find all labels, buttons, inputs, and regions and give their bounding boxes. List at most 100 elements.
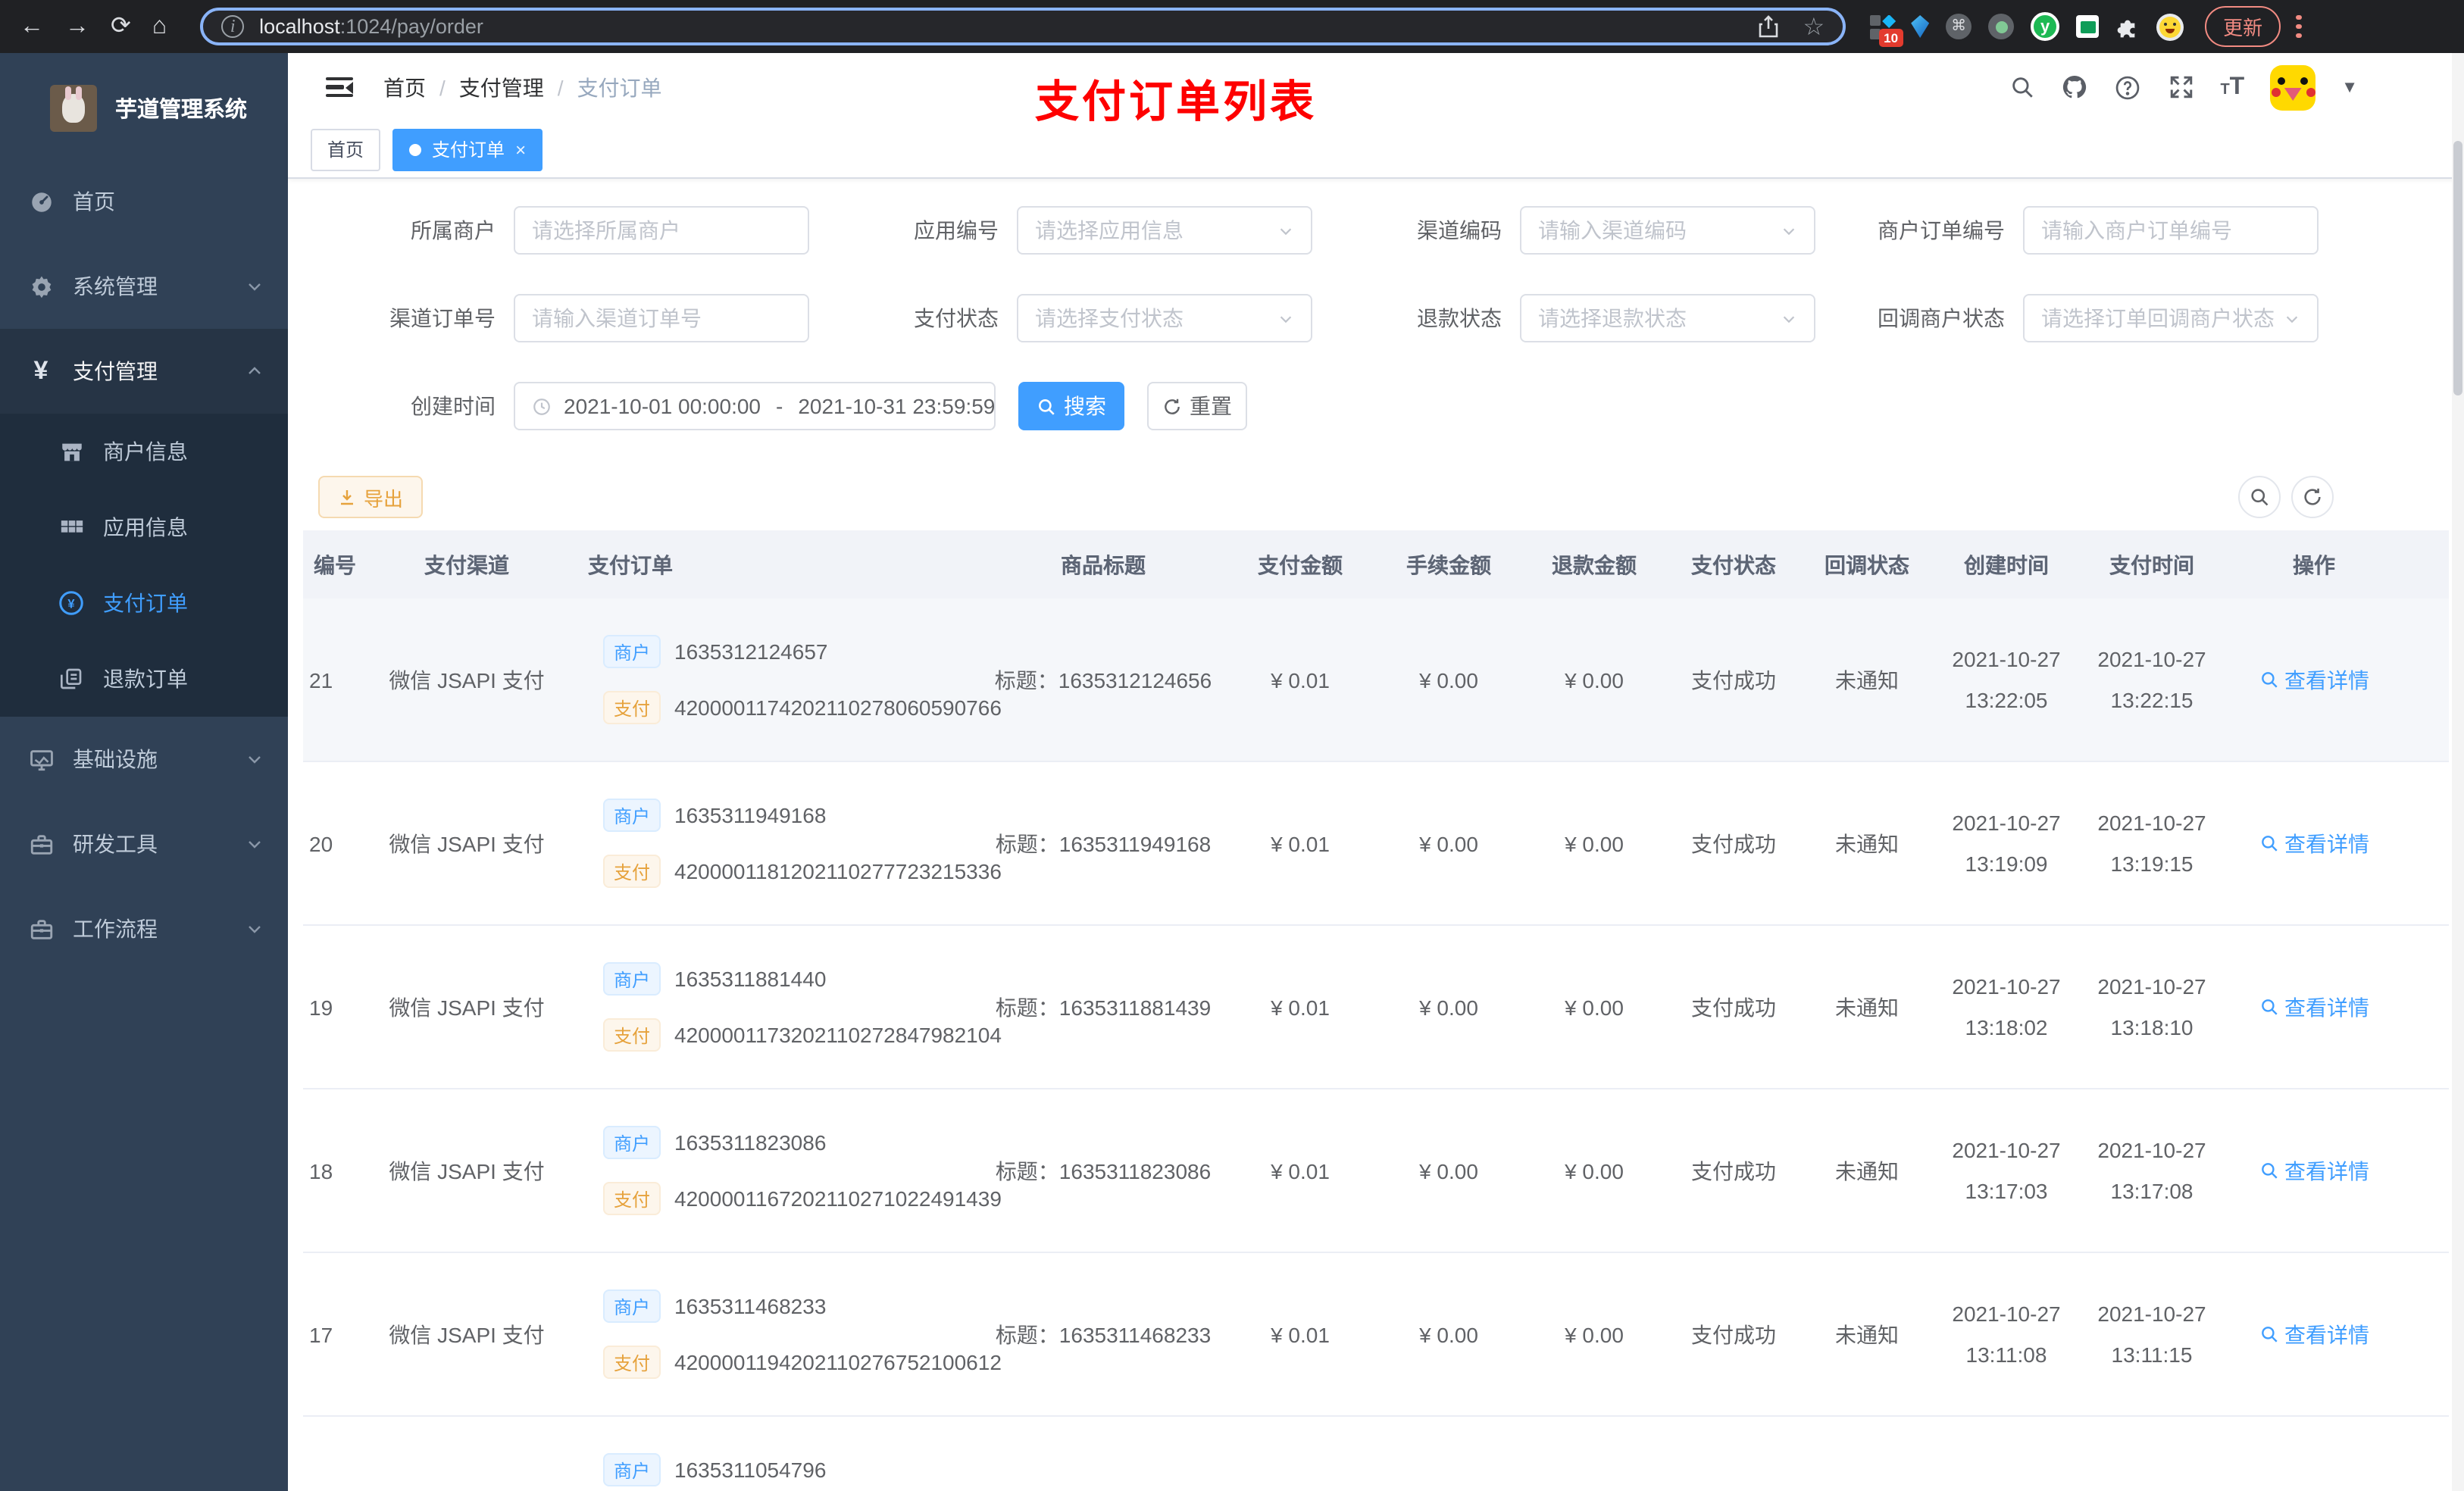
page-scrollbar[interactable] (2452, 53, 2464, 1491)
view-detail-link[interactable]: 查看详情 (2259, 1155, 2369, 1186)
user-avatar[interactable] (2270, 64, 2316, 110)
user-menu-caret-icon[interactable]: ▼ (2341, 78, 2358, 96)
create-time: 2021-10-27 13:22:05 (1952, 646, 2061, 711)
range-end[interactable]: 2021-10-31 23:59:59 (798, 394, 995, 418)
pay-amount: ¥ 0.01 (1271, 831, 1330, 855)
chevron-down-icon (1781, 310, 1797, 327)
extension-command-icon[interactable]: ⌘ (1946, 14, 1972, 39)
range-start[interactable]: 2021-10-01 00:00:00 (564, 394, 761, 418)
pay-status-select[interactable]: 请选择支付状态 (1017, 294, 1312, 342)
filter-label-app: 应用编号 (914, 218, 999, 242)
browser-home-icon[interactable]: ⌂ (152, 14, 167, 39)
view-detail-link[interactable]: 查看详情 (2259, 828, 2369, 858)
refresh-table-button[interactable] (2291, 476, 2334, 518)
refund-amount: ¥ 0.00 (1565, 667, 1624, 692)
pay-channel: 微信 JSAPI 支付 (389, 1322, 545, 1346)
browser-reload-icon[interactable]: ⟳ (111, 14, 131, 39)
fullscreen-icon[interactable] (2167, 73, 2194, 101)
create-time: 2021-10-27 13:18:02 (1952, 974, 2061, 1039)
sidebar-item-workflow[interactable]: 工作流程 (0, 886, 288, 971)
scrollbar-thumb[interactable] (2453, 141, 2462, 395)
share-icon[interactable] (1757, 15, 1778, 38)
app-logo (50, 84, 97, 131)
sidebar-item-devtools[interactable]: 研发工具 (0, 802, 288, 886)
channel-code-select[interactable]: 请输入渠道编码 (1520, 206, 1815, 255)
pay-order-no: 4200001181202110277723215336 (674, 859, 1002, 883)
github-icon[interactable] (2061, 73, 2088, 101)
sidebar-item-home[interactable]: 首页 (0, 159, 288, 244)
order-id: 20 (309, 831, 333, 855)
sidebar-item-pay-order[interactable]: ¥ 支付订单 (0, 565, 288, 641)
sidebar-item-infra[interactable]: 基础设施 (0, 717, 288, 802)
extension-y-icon[interactable]: y (2031, 12, 2060, 41)
table-row-partial[interactable]: 商户 1635311054796 (303, 1417, 2449, 1491)
pay-order-no: 4200001174202110278060590766 (674, 695, 1002, 720)
close-icon[interactable]: × (515, 139, 526, 160)
sidebar-item-app-info[interactable]: 应用信息 (0, 489, 288, 565)
sidebar-collapse-icon[interactable] (326, 77, 353, 98)
table-row[interactable]: 19 微信 JSAPI 支付 商户 1635311881440 支付 4200001… (303, 926, 2449, 1089)
pay-order-no: 4200001173202110272847982104 (674, 1023, 1002, 1047)
app-select[interactable]: 请选择应用信息 (1017, 206, 1312, 255)
help-icon[interactable] (2114, 73, 2141, 101)
browser-forward-icon[interactable]: → (65, 14, 89, 39)
export-button[interactable]: 导出 (318, 476, 424, 518)
table-row[interactable]: 17 微信 JSAPI 支付 商户 1635311468233 支付 4200001… (303, 1253, 2449, 1417)
chevron-up-icon (245, 362, 264, 380)
refund-status-select[interactable]: 请选择退款状态 (1520, 294, 1815, 342)
tag-tab-pay-order[interactable]: 支付订单 × (392, 128, 543, 170)
channel-order-no-input[interactable]: 请输入渠道订单号 (514, 294, 809, 342)
table-row[interactable]: 18 微信 JSAPI 支付 商户 1635311823086 支付 4200001… (303, 1089, 2449, 1253)
extension-chat-icon[interactable] (2076, 15, 2100, 38)
extension-gem-icon[interactable] (1911, 15, 1930, 38)
pay-status: 支付成功 (1691, 667, 1776, 692)
toggle-search-button[interactable] (2238, 476, 2281, 518)
bookmark-star-icon[interactable]: ☆ (1803, 11, 1825, 42)
profile-avatar-icon[interactable] (2156, 13, 2184, 40)
pay-channel: 微信 JSAPI 支付 (389, 995, 545, 1019)
extension-record-icon[interactable] (1988, 14, 2015, 39)
site-info-icon[interactable]: i (221, 15, 245, 38)
order-id: 21 (309, 667, 333, 692)
address-bar[interactable]: i localhost:1024/pay/order ☆ (200, 8, 1846, 45)
notify-status: 未通知 (1835, 995, 1899, 1019)
search-button[interactable]: 搜索 (1018, 382, 1124, 430)
pay-status: 支付成功 (1691, 1158, 1776, 1183)
breadcrumb-pay[interactable]: 支付管理 (459, 72, 544, 102)
breadcrumb-current: 支付订单 (577, 75, 662, 99)
merchant-order-no: 1635312124657 (674, 639, 828, 664)
browser-back-icon[interactable]: ← (20, 14, 44, 39)
search-icon[interactable] (2008, 73, 2035, 101)
breadcrumb-home[interactable]: 首页 (383, 72, 426, 102)
sidebar-item-merchant-info[interactable]: 商户信息 (0, 414, 288, 489)
order-id: 18 (309, 1158, 333, 1183)
table-row[interactable]: 21 微信 JSAPI 支付 商户 1635312124657 支付 4200001… (303, 599, 2449, 762)
fee-amount: ¥ 0.00 (1419, 667, 1478, 692)
create-time-range-input[interactable]: 2021-10-01 00:00:00 - 2021-10-31 23:59:5… (514, 382, 996, 430)
reset-button[interactable]: 重置 (1147, 382, 1247, 430)
screen: ← → ⟳ ⌂ i localhost:1024/pay/order ☆ 10 … (0, 0, 2464, 1491)
extensions-puzzle-icon[interactable] (2115, 14, 2140, 39)
sidebar-item-system[interactable]: 系统管理 (0, 244, 288, 329)
font-size-icon[interactable]: TT (2220, 73, 2244, 101)
merchant-select[interactable]: 请选择所属商户 (514, 206, 809, 255)
notify-status: 未通知 (1835, 667, 1899, 692)
table-row[interactable]: 20 微信 JSAPI 支付 商户 1635311949168 支付 4200001… (303, 762, 2449, 926)
merchant-order-no: 1635311823086 (674, 1130, 827, 1155)
chevron-down-icon (2284, 310, 2300, 327)
extension-icon[interactable]: 10 (1870, 14, 1903, 46)
merchant-order-no-input[interactable]: 请输入商户订单编号 (2023, 206, 2319, 255)
tag-tab-home[interactable]: 首页 (311, 128, 381, 170)
view-detail-link[interactable]: 查看详情 (2259, 1319, 2369, 1349)
pay-order-no: 4200001167202110271022491439 (674, 1186, 1002, 1211)
page-content: 所属商户 请选择所属商户 应用编号 请选择应用信息 渠道编码 请输入渠道编码 商… (288, 179, 2464, 1491)
browser-update-button[interactable]: 更新 (2205, 6, 2281, 47)
sidebar-item-pay[interactable]: ¥ 支付管理 (0, 329, 288, 414)
merchant-tag: 商户 (603, 1453, 661, 1486)
view-detail-link[interactable]: 查看详情 (2259, 992, 2369, 1022)
sidebar-item-refund-order[interactable]: 退款订单 (0, 641, 288, 717)
browser-menu-icon[interactable] (2296, 14, 2302, 39)
view-detail-link[interactable]: 查看详情 (2259, 664, 2369, 695)
fee-amount: ¥ 0.00 (1419, 1322, 1478, 1346)
notify-status-select[interactable]: 请选择订单回调商户状态 (2023, 294, 2319, 342)
